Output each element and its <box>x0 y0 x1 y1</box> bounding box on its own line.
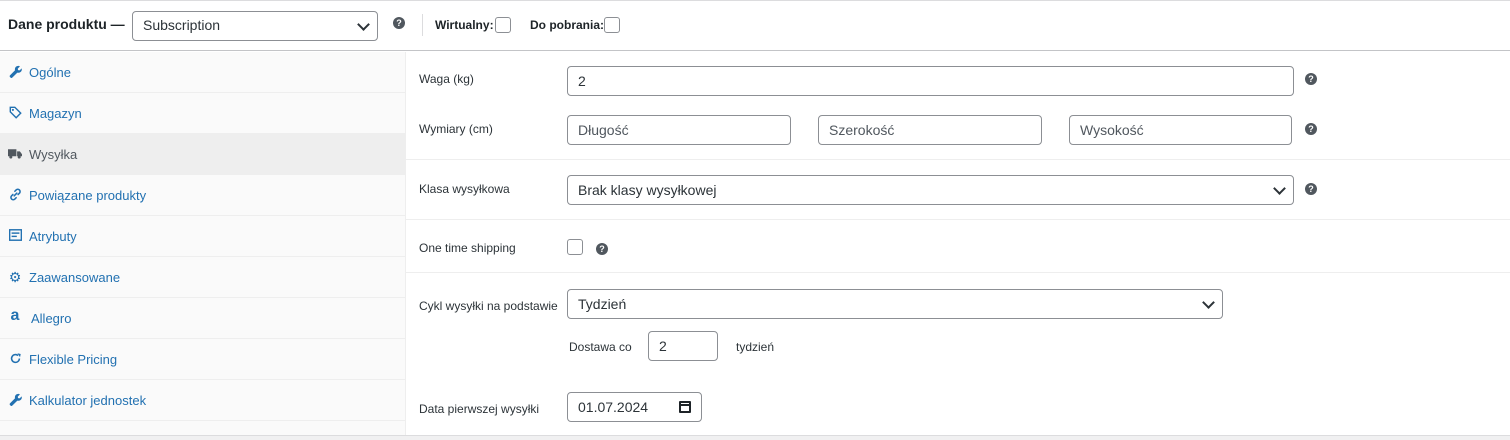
dimensions-label: Wymiary (cm) <box>419 122 493 136</box>
height-placeholder: Wysokość <box>1080 122 1144 138</box>
shipping-class-value: Brak klasy wysyłkowej <box>578 182 717 198</box>
chevron-down-icon <box>1202 296 1215 309</box>
allegro-icon: a <box>10 307 20 324</box>
delivery-interval-label: Dostawa co <box>569 340 632 354</box>
tab-label: Zaawansowane <box>29 270 121 285</box>
help-icon[interactable]: ? <box>1305 123 1317 135</box>
help-icon[interactable]: ? <box>596 243 608 255</box>
link-icon <box>8 188 22 202</box>
virtual-label: Wirtualny: <box>435 18 494 32</box>
tab-linked-products[interactable]: Powiązane produkty <box>0 175 405 216</box>
help-icon[interactable]: ? <box>393 17 405 29</box>
shipping-cycle-value: Tydzień <box>578 296 627 312</box>
shipping-cycle-select[interactable]: Tydzień <box>567 289 1223 319</box>
first-shipping-date-input[interactable]: 01.07.2024 <box>567 392 702 422</box>
weight-label: Waga (kg) <box>419 72 474 86</box>
chevron-down-icon <box>357 18 370 31</box>
tab-allegro[interactable]: a Allegro <box>0 298 405 339</box>
tag-icon <box>8 106 22 120</box>
product-data-header: Dane produktu — Subscription ? Wirtualny… <box>0 0 1510 51</box>
first-shipping-date-label: Data pierwszej wysyłki <box>419 402 540 416</box>
weight-input[interactable]: 2 <box>567 66 1294 96</box>
list-icon <box>8 229 22 243</box>
tab-shipping[interactable]: Wysyłka <box>0 134 405 175</box>
product-data-tabs: Ogólne Magazyn Wysyłka Powiązane produkt… <box>0 52 406 435</box>
divider <box>406 219 1510 220</box>
shipping-cycle-label: Cykl wysyłki na podstawie <box>419 299 558 313</box>
product-type-select[interactable]: Subscription <box>132 11 378 41</box>
wrench-icon <box>8 65 22 79</box>
tab-label: Kalkulator jednostek <box>29 393 147 408</box>
delivery-interval-value: 2 <box>659 338 667 354</box>
divider <box>406 159 1510 160</box>
tab-flexible-pricing[interactable]: Flexible Pricing <box>0 339 405 380</box>
delivery-interval-input[interactable]: 2 <box>648 331 718 361</box>
tab-label: Ogólne <box>29 65 71 80</box>
tab-inventory[interactable]: Magazyn <box>0 93 405 134</box>
width-placeholder: Szerokość <box>829 122 895 138</box>
one-time-shipping-checkbox[interactable] <box>567 239 583 255</box>
tab-label: Magazyn <box>29 106 82 121</box>
wrench-icon <box>8 393 22 407</box>
one-time-shipping-label: One time shipping <box>419 241 516 255</box>
first-shipping-date-value: 01.07.2024 <box>578 399 649 415</box>
downloadable-checkbox[interactable] <box>604 17 620 33</box>
width-input[interactable]: Szerokość <box>818 115 1042 145</box>
help-icon[interactable]: ? <box>1305 73 1317 85</box>
tab-label: Powiązane produkty <box>29 188 147 203</box>
tab-label: Allegro <box>31 311 72 326</box>
gear-icon: ⚙ <box>8 269 22 285</box>
shipping-class-select[interactable]: Brak klasy wysyłkowej <box>567 175 1294 205</box>
calendar-icon[interactable] <box>679 401 691 413</box>
tab-advanced[interactable]: ⚙ Zaawansowane <box>0 257 405 298</box>
tab-label: Wysyłka <box>29 147 78 162</box>
help-icon[interactable]: ? <box>1305 183 1317 195</box>
panel-bottom-border <box>0 435 1510 440</box>
tab-label: Atrybuty <box>29 229 77 244</box>
virtual-checkbox[interactable] <box>495 17 511 33</box>
downloadable-label: Do pobrania: <box>530 18 604 32</box>
length-placeholder: Długość <box>578 122 629 138</box>
header-divider <box>422 14 423 36</box>
tab-unit-calculator[interactable]: Kalkulator jednostek <box>0 380 405 421</box>
product-type-value: Subscription <box>143 17 221 33</box>
tab-label: Flexible Pricing <box>29 352 118 367</box>
length-input[interactable]: Długość <box>567 115 791 145</box>
tab-general[interactable]: Ogólne <box>0 52 405 93</box>
weight-value: 2 <box>578 73 586 89</box>
tab-attributes[interactable]: Atrybuty <box>0 216 405 257</box>
chevron-down-icon <box>1273 182 1286 195</box>
truck-icon <box>8 147 22 161</box>
divider <box>406 272 1510 273</box>
delivery-interval-unit: tydzień <box>736 340 775 354</box>
shipping-class-label: Klasa wysyłkowa <box>419 182 510 196</box>
refresh-icon <box>8 352 22 366</box>
panel-title: Dane produktu — <box>8 16 125 32</box>
height-input[interactable]: Wysokość <box>1069 115 1292 145</box>
